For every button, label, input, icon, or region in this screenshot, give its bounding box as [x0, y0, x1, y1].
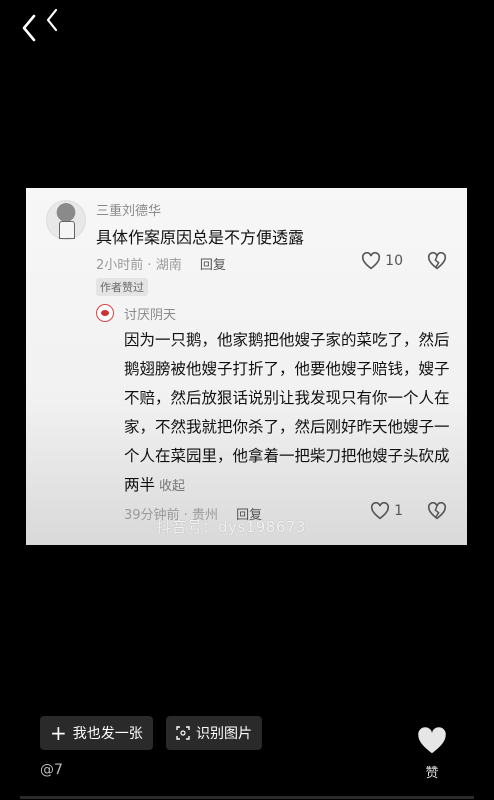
reply-avatar: [96, 304, 114, 322]
comment-likes: 10: [361, 252, 403, 270]
plus-icon: +: [50, 721, 67, 745]
reply-likes: 1: [370, 502, 403, 520]
like-label: 赞: [425, 766, 439, 781]
avatar: [46, 200, 86, 240]
post-too-button[interactable]: + 我也发一张: [40, 716, 153, 750]
chevron-left-icon: [22, 8, 58, 42]
like-button[interactable]: 赞: [414, 726, 450, 781]
broken-heart-icon: [427, 501, 447, 524]
reply-like-count: 1: [394, 503, 403, 519]
comment-meta: 2小时前 · 湖南 回复: [96, 258, 226, 273]
comment-screenshot: 三重刘德华 具体作案原因总是不方便透露 2小时前 · 湖南 回复 10 作者赞过…: [26, 188, 467, 545]
comment-location: 湖南: [155, 258, 182, 273]
watermark: 抖音号：dys198673: [156, 518, 306, 536]
author-liked-badge: 作者赞过: [96, 278, 148, 296]
comment-username: 三重刘德华: [96, 204, 162, 219]
progress-bar: [20, 796, 474, 799]
reply-body: 因为一只鹅，他家鹅把他嫂子家的菜吃了，然后鹅翅膀被他嫂子打折了，他要他嫂子赔钱，…: [124, 331, 450, 494]
scan-icon: [176, 726, 190, 740]
reply-text: 因为一只鹅，他家鹅把他嫂子家的菜吃了，然后鹅翅膀被他嫂子打折了，他要他嫂子赔钱，…: [124, 326, 454, 501]
heart-icon: [418, 727, 446, 754]
author-handle[interactable]: @7: [40, 762, 63, 778]
back-button[interactable]: [18, 8, 62, 42]
comment-like-count: 10: [385, 253, 403, 269]
comment-text: 具体作案原因总是不方便透露: [96, 228, 305, 247]
heart-outline-icon: [362, 252, 381, 270]
comment-reply-link: 回复: [199, 258, 226, 273]
post-too-label: 我也发一张: [72, 726, 143, 742]
heart-outline-icon: [371, 502, 390, 520]
broken-heart-icon: [427, 251, 447, 274]
recognize-image-button[interactable]: 识别图片: [166, 716, 262, 750]
reply-username: 讨厌阴天: [124, 308, 177, 323]
collapse-link: 收起: [159, 479, 186, 494]
recognize-image-label: 识别图片: [196, 726, 252, 742]
comment-time: 2小时前: [96, 258, 144, 273]
